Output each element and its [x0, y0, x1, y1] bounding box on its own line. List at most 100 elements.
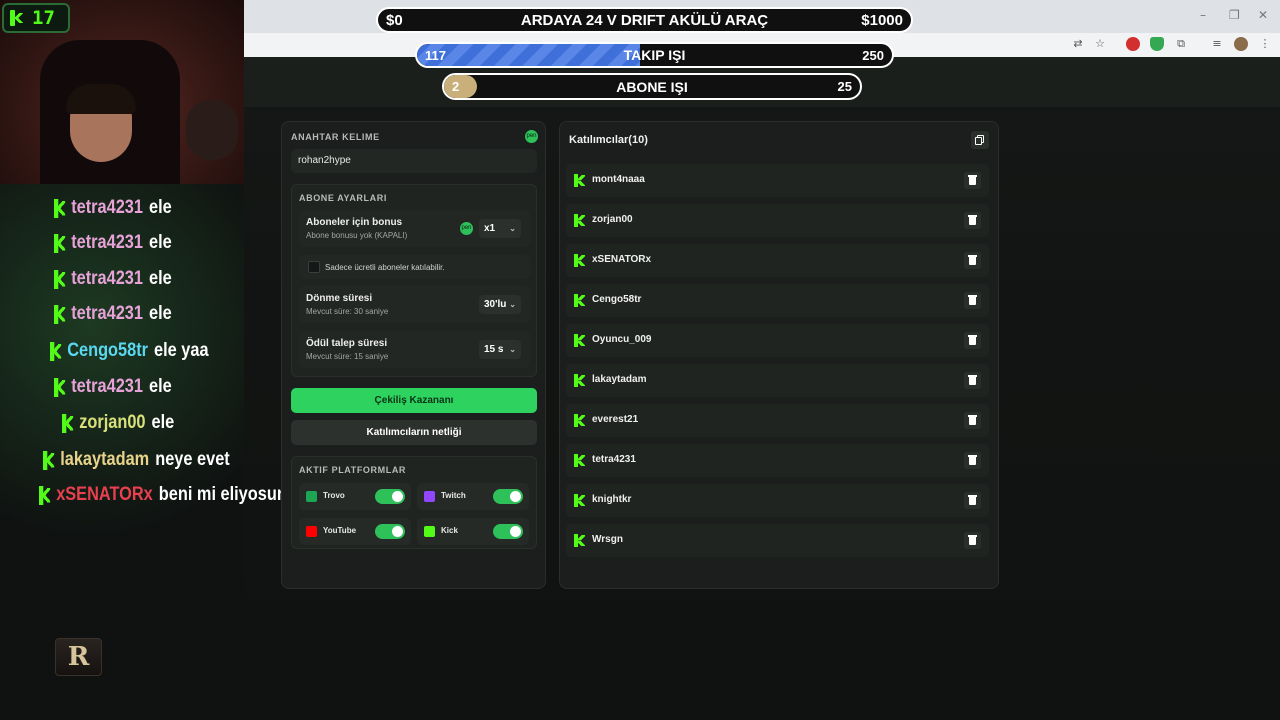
shield-extension-icon[interactable] — [1150, 37, 1164, 51]
goal-target-value: 25 — [837, 79, 852, 94]
delete-participant-button[interactable] — [964, 452, 981, 469]
spin-duration-row: Dönme süresi Mevcut süre: 30 saniye 30'l… — [299, 286, 530, 323]
participant-name: xSENATORx — [592, 254, 652, 265]
participant-row: Oyuncu_009 — [566, 324, 989, 357]
kick-logo-icon — [574, 294, 585, 307]
chat-text: ele — [148, 303, 172, 324]
delete-participant-button[interactable] — [964, 532, 981, 549]
claim-duration-row: Ödül talep süresi Mevcut süre: 15 saniye… — [299, 331, 530, 368]
delete-participant-button[interactable] — [964, 292, 981, 309]
keyword-input-value: rohan2hype — [298, 155, 351, 166]
chat-text: ele — [148, 268, 172, 289]
participant-row: lakaytadam — [566, 364, 989, 397]
participant-row: zorjan00 — [566, 204, 989, 237]
restore-icon[interactable]: ❐ — [1229, 8, 1240, 22]
channel-logo: R — [55, 638, 102, 676]
chat-username: tetra4231 — [71, 232, 143, 253]
draw-winner-button[interactable]: Çekiliş Kazananı — [291, 388, 537, 413]
participant-row: everest21 — [566, 404, 989, 437]
paid-only-row[interactable]: Sadece ücretli aboneler katılabilir. — [299, 255, 530, 279]
goal-target-value: 250 — [862, 47, 884, 63]
platform-trovo: Trovo — [299, 483, 411, 510]
viewer-count: 17 — [32, 7, 55, 29]
copy-list-button[interactable] — [971, 131, 989, 149]
webcam-plush-toy — [186, 100, 238, 160]
platform-toggle[interactable] — [493, 524, 523, 539]
spin-duration-current: Mevcut süre: 30 saniye — [306, 307, 389, 316]
platform-toggle[interactable] — [375, 489, 405, 504]
spin-duration-select[interactable]: 30'lu ⌄ — [479, 295, 521, 314]
chat-username: Cengo58tr — [67, 340, 149, 361]
platform-name: YouTube — [323, 526, 357, 535]
participant-row: xSENATORx — [566, 244, 989, 277]
participants-panel: Katılımcılar(10) mont4naaa zorjan00 xSENAT… — [559, 121, 999, 589]
chat-message: tetra4231 ele — [54, 264, 172, 294]
kick-logo-icon — [574, 414, 585, 427]
kick-logo-icon — [574, 334, 585, 347]
translate-icon[interactable]: ⇄ — [1071, 37, 1085, 51]
minimize-icon[interactable]: – — [1200, 8, 1206, 22]
bonus-multiplier-select[interactable]: x1 ⌄ — [479, 219, 521, 238]
clear-participants-button[interactable]: Katılımcıların netliği — [291, 420, 537, 445]
follow-goal-bar: 117 TAKIP IŞI 250 — [415, 42, 894, 68]
chat-username: zorjan00 — [79, 412, 146, 433]
chat-message: tetra4231 ele — [54, 228, 172, 258]
delete-participant-button[interactable] — [964, 492, 981, 509]
subscriber-settings-label: ABONE AYARLARI — [299, 193, 387, 203]
active-platforms-label: AKTIF PLATFORMLAR — [299, 465, 407, 475]
extension-red-icon[interactable] — [1126, 37, 1140, 51]
chat-username: tetra4231 — [71, 376, 143, 397]
participant-name: mont4naaa — [592, 174, 645, 185]
chat-username: lakaytadam — [60, 449, 150, 470]
kick-logo-icon — [574, 494, 585, 507]
donation-goal-bar: $0 ARDAYA 24 V DRIFT AKÜLÜ ARAÇ $1000 — [376, 7, 913, 33]
goal-title: ARDAYA 24 V DRIFT AKÜLÜ ARAÇ — [520, 11, 769, 29]
claim-duration-select[interactable]: 15 s ⌄ — [479, 340, 521, 359]
platform-kick: Kick — [417, 518, 529, 545]
delete-participant-button[interactable] — [964, 332, 981, 349]
claim-duration-title: Ödül talep süresi — [306, 338, 388, 349]
kick-logo-icon — [10, 10, 24, 26]
keyword-input[interactable]: rohan2hype — [291, 149, 537, 173]
delete-participant-button[interactable] — [964, 212, 981, 229]
platform-name: Twitch — [441, 491, 466, 500]
profile-avatar[interactable] — [1234, 37, 1248, 51]
extensions-puzzle-icon[interactable]: ⧉ — [1174, 37, 1188, 51]
chat-text: ele — [148, 376, 172, 397]
chat-text: ele yaa — [154, 340, 209, 361]
paid-only-checkbox[interactable] — [308, 261, 320, 273]
bookmark-star-icon[interactable]: ☆ — [1093, 37, 1107, 51]
webcam-streamer-hair — [66, 84, 136, 114]
platform-toggle[interactable] — [375, 524, 405, 539]
participants-title: Katılımcılar(10) — [569, 134, 648, 146]
browser-menu-icon[interactable]: ⋮ — [1258, 37, 1272, 51]
subscriber-goal-bar: 2 ABONE IŞI 25 — [442, 73, 862, 100]
goal-title: TAKIP IŞI — [623, 47, 686, 63]
chat-message: tetra4231 ele — [54, 299, 172, 329]
kick-logo-icon — [62, 413, 74, 433]
platform-toggle[interactable] — [493, 489, 523, 504]
kick-logo-icon — [574, 174, 585, 187]
copy-icon-back — [975, 137, 982, 145]
participant-row: knightkr — [566, 484, 989, 517]
kick-logo-icon — [43, 450, 55, 470]
chat-message: xSENATORx beni mi eliyosunuz — [39, 480, 305, 510]
delete-participant-button[interactable] — [964, 172, 981, 189]
delete-participant-button[interactable] — [964, 252, 981, 269]
participant-row: Cengo58tr — [566, 284, 989, 317]
goal-title: ABONE IŞI — [616, 78, 688, 95]
participant-name: tetra4231 — [592, 454, 636, 465]
subscriber-bonus-row: Aboneler için bonus Abone bonusu yok (KA… — [299, 210, 530, 247]
kick-logo-icon — [39, 485, 51, 505]
chevron-down-icon: ⌄ — [509, 224, 516, 233]
subscriber-bonus-status: Abone bonusu yok (KAPALI) — [306, 231, 408, 240]
claim-duration-current: Mevcut süre: 15 saniye — [306, 352, 389, 361]
delete-participant-button[interactable] — [964, 372, 981, 389]
delete-participant-button[interactable] — [964, 412, 981, 429]
media-control-icon[interactable]: ≡ — [1210, 37, 1224, 51]
chevron-down-icon: ⌄ — [509, 345, 516, 354]
paid-only-label: Sadece ücretli aboneler katılabilir. — [325, 263, 445, 272]
participant-name: Wrsgn — [592, 534, 623, 545]
close-icon[interactable]: ✕ — [1258, 8, 1268, 22]
participant-name: zorjan00 — [592, 214, 633, 225]
